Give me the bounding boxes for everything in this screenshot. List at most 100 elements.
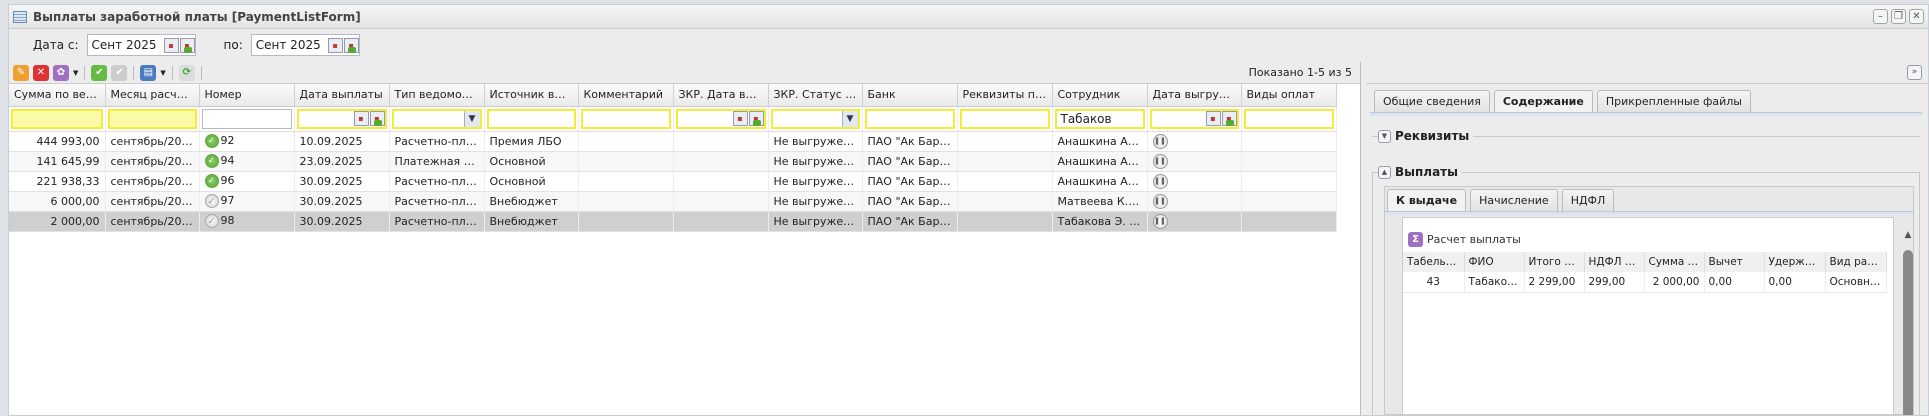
- restore-button[interactable]: ❐: [1891, 9, 1906, 24]
- clear-date-icon[interactable]: ▪: [748, 111, 764, 126]
- column-filter-input[interactable]: [580, 108, 671, 129]
- delete-icon[interactable]: ✕: [33, 64, 49, 81]
- cell-exp: ❚❚: [1147, 131, 1242, 152]
- clear-date-icon[interactable]: ▪: [369, 111, 385, 126]
- collapse-panel-button[interactable]: »: [1907, 65, 1922, 80]
- column-filter-input[interactable]: ▪ ▪: [296, 108, 387, 129]
- pause-icon[interactable]: ❚❚: [1152, 174, 1168, 189]
- status-pending-icon: ✓: [204, 214, 219, 228]
- scrollbar-thumb[interactable]: [1903, 250, 1913, 415]
- column-filter-input[interactable]: ▼: [391, 108, 482, 129]
- refresh-icon[interactable]: ⟳: [178, 64, 195, 81]
- column-filter-input[interactable]: ▪ ▪: [1149, 108, 1239, 129]
- date-from-field[interactable]: Сент 2025 ▪ ▪: [86, 34, 196, 56]
- calendar-icon[interactable]: ▪: [353, 111, 369, 126]
- cell-text: Основной: [489, 154, 546, 168]
- cell-text: Внебюджет: [489, 214, 558, 228]
- column-header[interactable]: Месяц расчета: [105, 84, 200, 107]
- column-header[interactable]: Номер: [199, 84, 295, 107]
- chevron-down-icon[interactable]: ▼: [841, 110, 858, 127]
- minimize-button[interactable]: –: [1873, 9, 1888, 24]
- pause-icon[interactable]: ❚❚: [1152, 134, 1168, 149]
- tab-1[interactable]: Содержание: [1493, 90, 1593, 112]
- calendar-icon[interactable]: ▪: [732, 111, 748, 126]
- clear-date-icon[interactable]: ▪: [179, 37, 195, 53]
- column-header[interactable]: ЗКР. Дата выгр...: [673, 84, 769, 107]
- tab-0[interactable]: Общие сведения: [1374, 90, 1490, 112]
- date-to-field[interactable]: Сент 2025 ▪ ▪: [250, 34, 360, 56]
- table-row[interactable]: 221 938,33 сентябрь/2025 ✓ 96 30.09.2025 Расч…: [9, 171, 1337, 192]
- column-header[interactable]: Вид раб...: [1825, 252, 1887, 272]
- cell-sum: 221 938,33: [9, 171, 106, 192]
- column-header[interactable]: Табельн...: [1403, 252, 1465, 272]
- column-header[interactable]: Вычет: [1704, 252, 1765, 272]
- calendar-icon[interactable]: ▪: [163, 37, 179, 53]
- chevron-down-icon[interactable]: ▼: [463, 110, 480, 127]
- table-row[interactable]: 2 000,00 сентябрь/2025 ✓ 98 30.09.2025 Расчет…: [9, 211, 1337, 232]
- column-filter-input[interactable]: ▼: [770, 108, 860, 129]
- column-header[interactable]: Реквизиты плат...: [957, 84, 1053, 107]
- cell-text: Матвеева К. Н., ...: [1057, 194, 1147, 208]
- date-to-value[interactable]: Сент 2025: [252, 38, 327, 52]
- table-row[interactable]: 43 Табаков... 2 299,00 299,00 2 000,00 0,00 0,…: [1403, 272, 1887, 293]
- column-header[interactable]: Сумма по вед...: [9, 84, 106, 107]
- calc-payout-button[interactable]: Σ Расчет выплаты: [1403, 226, 1893, 252]
- column-header[interactable]: ЗКР. Статус выг...: [768, 84, 863, 107]
- status-approved-icon: ✓: [204, 134, 219, 148]
- cell-type: Платежная (Б): [389, 151, 485, 172]
- scroll-up-icon[interactable]: ▲: [1902, 230, 1914, 240]
- employee-filter-value[interactable]: Табаков: [1061, 112, 1143, 126]
- cell-month: сентябрь/2025: [105, 191, 200, 212]
- column-filter-input[interactable]: [864, 108, 955, 129]
- print-icon[interactable]: ▤: [140, 64, 157, 81]
- close-button[interactable]: ✕: [1909, 9, 1924, 24]
- collapse-icon[interactable]: ▲: [1378, 165, 1391, 179]
- pause-icon[interactable]: ❚❚: [1152, 194, 1168, 209]
- column-header[interactable]: Удержан...: [1764, 252, 1826, 272]
- tab-1[interactable]: Начисление: [1470, 189, 1558, 211]
- column-header[interactable]: Тип ведомости: [389, 84, 485, 107]
- column-header[interactable]: Комментарий: [578, 84, 674, 107]
- unsign-icon[interactable]: ✔: [111, 64, 128, 81]
- column-header[interactable]: Виды оплат: [1241, 84, 1337, 107]
- column-header[interactable]: Сотрудник: [1052, 84, 1148, 107]
- pause-icon[interactable]: ❚❚: [1152, 154, 1168, 169]
- column-header[interactable]: НДФЛ к ...: [1584, 252, 1645, 272]
- column-filter-input[interactable]: [486, 108, 576, 129]
- sign-icon[interactable]: ✔: [91, 64, 108, 81]
- column-filter-input[interactable]: [201, 108, 292, 129]
- clear-date-icon[interactable]: ▪: [343, 37, 359, 53]
- expand-icon[interactable]: ▼: [1378, 129, 1391, 143]
- column-filter-input[interactable]: Табаков: [1054, 108, 1145, 129]
- scrollbar[interactable]: ▲: [1902, 230, 1914, 415]
- table-row[interactable]: 444 993,00 сентябрь/2025 ✓ 92 10.09.2025 Расч…: [9, 131, 1337, 152]
- column-filter-input[interactable]: ▪ ▪: [675, 108, 766, 129]
- column-header[interactable]: Источник выплат: [484, 84, 579, 107]
- calendar-icon[interactable]: ▪: [327, 37, 343, 53]
- column-filter-input[interactable]: [107, 108, 197, 129]
- section-payments[interactable]: ▲ Выплаты: [1378, 165, 1462, 179]
- column-filter-input[interactable]: [959, 108, 1050, 129]
- edit-icon[interactable]: ✎: [13, 64, 29, 81]
- tab-2[interactable]: НДФЛ: [1561, 189, 1615, 211]
- tab-0[interactable]: К выдаче: [1387, 189, 1467, 211]
- cell-text: 221 938,33: [36, 174, 100, 188]
- column-header[interactable]: ФИО: [1464, 252, 1525, 272]
- calendar-icon[interactable]: ▪: [1205, 111, 1221, 126]
- column-filter-input[interactable]: [1243, 108, 1334, 129]
- column-filter-input[interactable]: [11, 108, 103, 129]
- column-header[interactable]: Итого на...: [1524, 252, 1585, 272]
- date-from-value[interactable]: Сент 2025: [88, 38, 163, 52]
- table-row[interactable]: 6 000,00 сентябрь/2025 ✓ 97 30.09.2025 Расчет…: [9, 191, 1337, 212]
- status-pending-icon: ✓: [204, 194, 219, 208]
- column-header[interactable]: Дата выгрузки: [1147, 84, 1242, 107]
- column-header[interactable]: Сумма п...: [1644, 252, 1705, 272]
- column-header[interactable]: Банк: [862, 84, 958, 107]
- actions-menu-icon[interactable]: ✿: [53, 64, 69, 81]
- table-row[interactable]: 141 645,99 сентябрь/2025 ✓ 94 23.09.2025 Плат…: [9, 151, 1337, 172]
- column-header[interactable]: Дата выплаты: [294, 84, 390, 107]
- tab-2[interactable]: Прикрепленные файлы: [1596, 90, 1751, 112]
- pause-icon[interactable]: ❚❚: [1152, 214, 1168, 229]
- section-requisites[interactable]: ▼ Реквизиты: [1378, 129, 1474, 143]
- clear-date-icon[interactable]: ▪: [1221, 111, 1237, 126]
